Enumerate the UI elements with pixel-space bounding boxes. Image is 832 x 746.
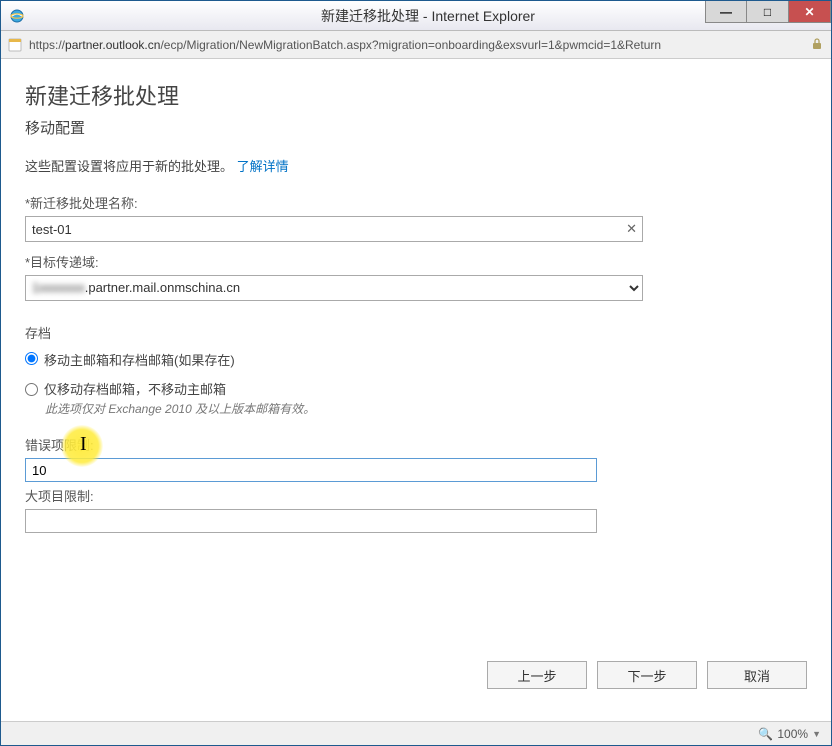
radio-2-note: 此选项仅对 Exchange 2010 及以上版本邮箱有效。 bbox=[45, 400, 315, 417]
target-domain-select[interactable] bbox=[25, 275, 643, 301]
content-area: 新建迁移批处理 移动配置 这些配置设置将应用于新的批处理。 了解详情 *新迁移批… bbox=[1, 59, 831, 709]
close-button[interactable]: ✕ bbox=[789, 1, 831, 23]
url-path: /ecp/Migration/NewMigrationBatch.aspx?mi… bbox=[160, 38, 661, 52]
radio-2[interactable] bbox=[25, 383, 38, 396]
cancel-button[interactable]: 取消 bbox=[707, 661, 807, 689]
learn-more-link[interactable]: 了解详情 bbox=[237, 159, 289, 174]
radio-2-label: 仅移动存档邮箱，不移动主邮箱 bbox=[44, 379, 226, 398]
url-host: partner.outlook.cn bbox=[65, 38, 160, 52]
archive-header: 存档 bbox=[25, 323, 807, 342]
status-bar: 🔍 100% ▼ bbox=[1, 721, 831, 745]
clear-icon[interactable]: ✕ bbox=[626, 221, 637, 237]
ie-window: 新建迁移批处理 - Internet Explorer — □ ✕ https:… bbox=[0, 0, 832, 746]
description-line: 这些配置设置将应用于新的批处理。 了解详情 bbox=[25, 156, 807, 175]
bad-item-label: 错误项限制: bbox=[25, 435, 807, 454]
next-button[interactable]: 下一步 bbox=[597, 661, 697, 689]
url-text: https://partner.outlook.cn/ecp/Migration… bbox=[29, 38, 805, 52]
target-domain-label: *目标传递域: bbox=[25, 252, 807, 271]
prev-button[interactable]: 上一步 bbox=[487, 661, 587, 689]
page-icon bbox=[7, 37, 23, 53]
large-item-input[interactable] bbox=[25, 509, 597, 533]
page-title: 新建迁移批处理 bbox=[25, 79, 807, 111]
large-item-label: 大项目限制: bbox=[25, 486, 807, 505]
ie-icon bbox=[9, 8, 25, 24]
lock-icon bbox=[811, 38, 825, 52]
batch-name-wrap: ✕ bbox=[25, 216, 643, 242]
batch-name-label: *新迁移批处理名称: bbox=[25, 193, 807, 212]
zoom-level[interactable]: 100% bbox=[777, 727, 808, 741]
zoom-dropdown-icon[interactable]: ▼ bbox=[812, 729, 821, 739]
description-text: 这些配置设置将应用于新的批处理。 bbox=[25, 159, 233, 174]
window-controls: — □ ✕ bbox=[705, 1, 831, 23]
maximize-button[interactable]: □ bbox=[747, 1, 789, 23]
url-prefix: https:// bbox=[29, 38, 65, 52]
radio-option-2[interactable]: 仅移动存档邮箱，不移动主邮箱 此选项仅对 Exchange 2010 及以上版本… bbox=[25, 379, 807, 417]
bad-item-input[interactable] bbox=[25, 458, 597, 482]
page-subtitle: 移动配置 bbox=[25, 117, 807, 138]
minimize-button[interactable]: — bbox=[705, 1, 747, 23]
radio-1[interactable] bbox=[25, 352, 38, 365]
button-row: 上一步 下一步 取消 bbox=[487, 661, 807, 689]
address-bar[interactable]: https://partner.outlook.cn/ecp/Migration… bbox=[1, 31, 831, 59]
radio-option-1[interactable]: 移动主邮箱和存档邮箱(如果存在) bbox=[25, 350, 807, 369]
zoom-icon[interactable]: 🔍 bbox=[758, 727, 773, 741]
titlebar: 新建迁移批处理 - Internet Explorer — □ ✕ bbox=[1, 1, 831, 31]
radio-1-label: 移动主邮箱和存档邮箱(如果存在) bbox=[44, 350, 235, 369]
batch-name-input[interactable] bbox=[25, 216, 643, 242]
